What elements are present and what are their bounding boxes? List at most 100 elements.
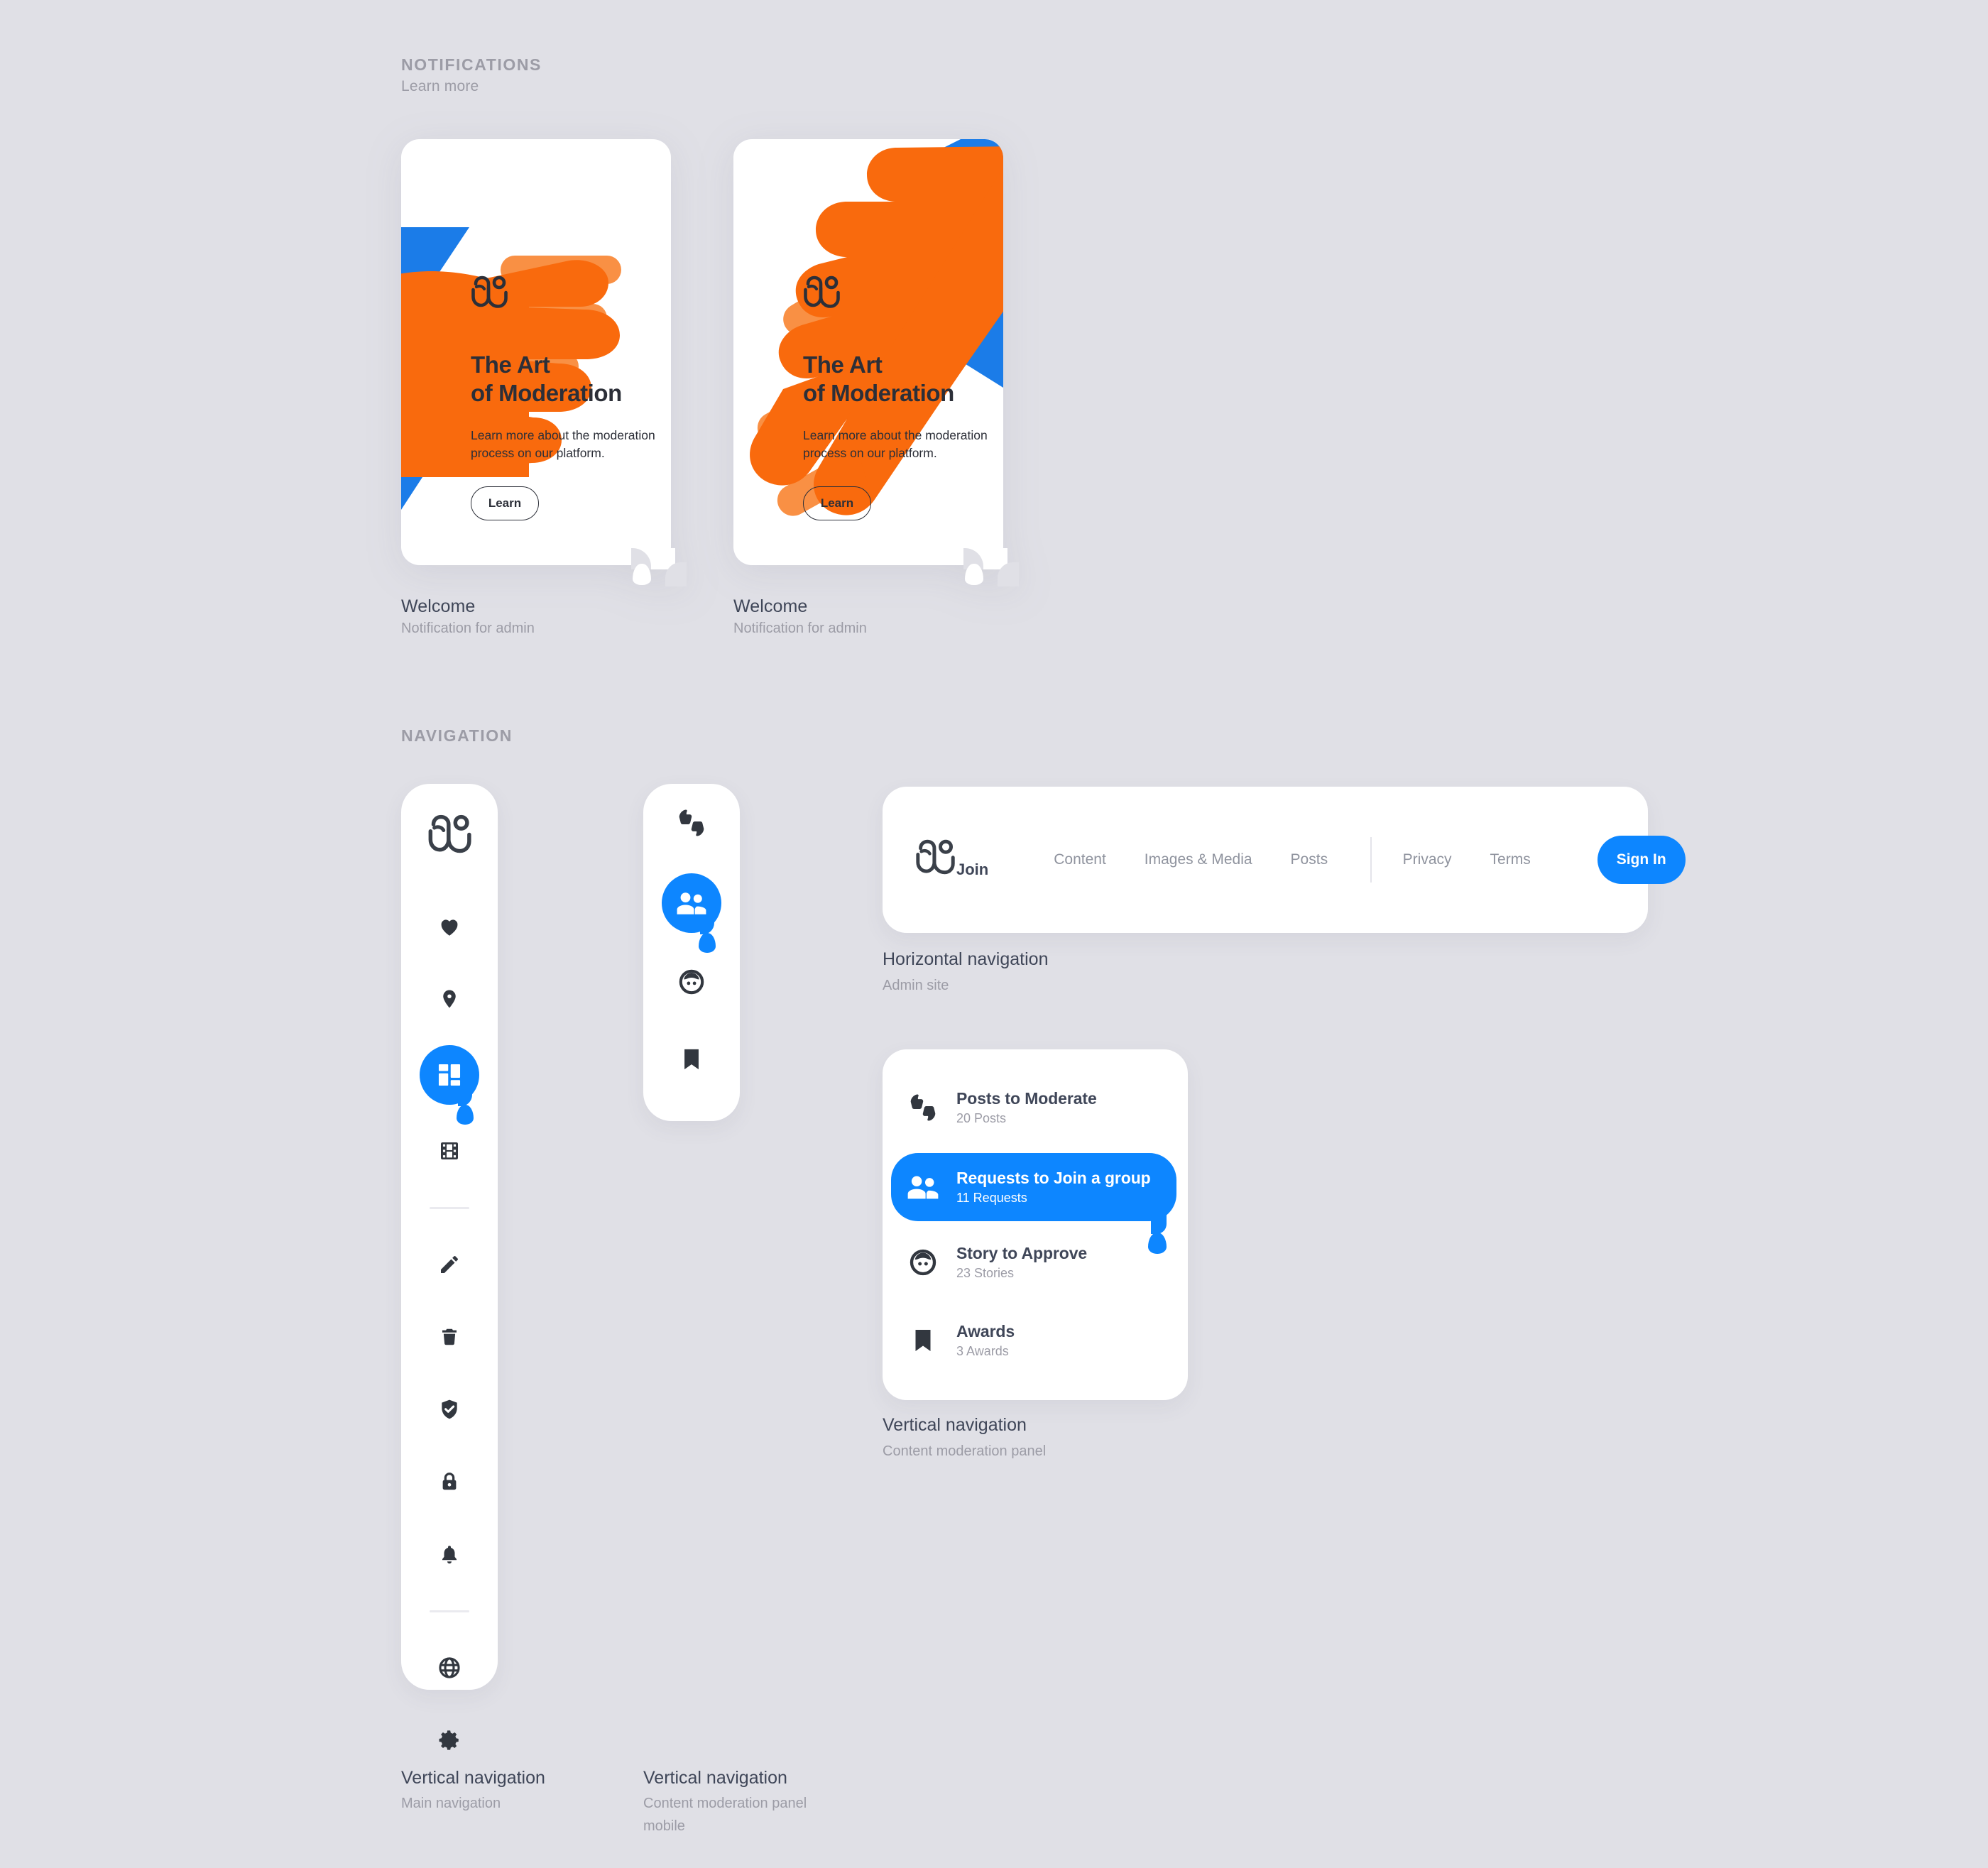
globe-icon (437, 1656, 462, 1680)
people-icon (901, 1174, 945, 1201)
mod-row-stories[interactable]: Story to Approve 23 Stories (901, 1237, 1171, 1288)
bookmark-icon (901, 1328, 945, 1353)
sign-in-button[interactable]: Sign In (1597, 836, 1686, 884)
mod-row-requests[interactable]: Requests to Join a group 11 Requests (891, 1153, 1176, 1254)
learn-button[interactable]: Learn (803, 486, 871, 520)
sidebar-item-notifications[interactable] (401, 1518, 498, 1590)
card-drip-decoration (630, 548, 687, 598)
mod-row-text: Requests to Join a group 11 Requests (956, 1169, 1151, 1206)
gear-icon (437, 1728, 462, 1752)
mobile-item-posts[interactable] (643, 784, 740, 862)
nav-link-images-media[interactable]: Images & Media (1145, 851, 1252, 868)
mod-row-posts[interactable]: Posts to Moderate 20 Posts (901, 1082, 1171, 1133)
people-icon (676, 890, 707, 917)
sidebar-item-favorites[interactable] (401, 890, 498, 963)
sidebar-item-edit[interactable] (401, 1228, 498, 1301)
sidebar-divider (401, 1590, 498, 1632)
film-strip-icon (438, 1140, 461, 1162)
mod-row-sub: 20 Posts (956, 1111, 1007, 1125)
section-sublabel-notifications: Learn more (401, 78, 479, 94)
nav-caption-sub: Main navigation (401, 1796, 501, 1811)
nav-caption-title: Vertical navigation (401, 1768, 545, 1788)
lock-icon (439, 1470, 460, 1494)
mobile-item-stories[interactable] (643, 944, 740, 1020)
sidebar-item-privacy[interactable] (401, 1446, 498, 1518)
face-circle-icon (678, 968, 705, 995)
sidebar-divider (401, 1187, 498, 1228)
mod-row-title: Awards (956, 1322, 1015, 1340)
mod-row-sub: 23 Stories (956, 1266, 1015, 1280)
card-caption-sub: Notification for admin (401, 621, 535, 636)
card-content: The Art of Moderation Learn more about t… (471, 275, 661, 520)
active-indicator-blob (662, 873, 721, 953)
mobile-item-awards[interactable] (643, 1020, 740, 1099)
card-caption-title: Welcome (733, 596, 808, 616)
people-logo-icon (471, 275, 508, 308)
card-caption-sub: Notification for admin (733, 621, 867, 636)
mobile-item-requests[interactable] (643, 862, 740, 953)
design-system-page: NOTIFICATIONS Learn more The Art of Mode… (0, 0, 1988, 1868)
hnav-links: Content Images & Media Posts Privacy Ter… (1054, 836, 1686, 884)
active-indicator-blob (420, 1045, 479, 1125)
sidebar-item-settings[interactable] (401, 1704, 498, 1776)
card-caption-title: Welcome (401, 596, 476, 616)
brand-word: Join (956, 861, 989, 878)
vertical-nav-main (401, 784, 498, 1750)
vertical-nav-mobile (643, 784, 740, 1121)
sidebar-item-location[interactable] (401, 963, 498, 1035)
sidebar-item-security[interactable] (401, 1373, 498, 1446)
people-logo-icon (804, 275, 840, 308)
card-content: The Art of Moderation Learn more about t… (803, 275, 993, 520)
card-description: Learn more about the moderation process … (471, 428, 655, 461)
shield-check-icon (438, 1397, 461, 1421)
horizontal-nav: Join Content Images & Media Posts Privac… (883, 787, 1686, 933)
sidebar-item-dashboard[interactable] (401, 1035, 498, 1125)
card-drip-decoration (962, 548, 1019, 598)
nav-link-posts[interactable]: Posts (1291, 851, 1328, 868)
people-logo-icon (916, 839, 955, 875)
learn-button[interactable]: Learn (471, 486, 539, 520)
nav-divider (1370, 837, 1372, 883)
mod-row-title: Story to Approve (956, 1244, 1088, 1262)
dashboard-grid-icon (436, 1061, 463, 1088)
nav-caption-sub: Content moderation panel mobile (643, 1796, 807, 1834)
hnav-brand[interactable]: Join (915, 839, 988, 880)
sidebar-item-language[interactable] (401, 1632, 498, 1704)
nav-caption-title: Horizontal navigation (883, 949, 1049, 969)
card-description: Learn more about the moderation process … (803, 428, 988, 461)
mod-row-text: Awards 3 Awards (956, 1322, 1015, 1359)
nav-caption-sub: Admin site (883, 978, 949, 993)
notification-card[interactable]: The Art of Moderation Learn more about t… (733, 139, 1019, 586)
mod-row-awards[interactable]: Awards 3 Awards (901, 1315, 1171, 1366)
sidebar-brand[interactable] (401, 784, 498, 890)
bell-icon (439, 1542, 460, 1566)
mod-row-sub: 11 Requests (956, 1191, 1027, 1205)
card-title: The Art of Moderation (803, 351, 954, 406)
mod-row-text: Posts to Moderate 20 Posts (956, 1089, 1097, 1126)
mod-row-text: Story to Approve 23 Stories (956, 1244, 1087, 1281)
mod-row-title: Posts to Moderate (956, 1089, 1097, 1108)
moderation-panel: Posts to Moderate 20 Posts Requests to J… (883, 1049, 1188, 1400)
section-label-notifications: NOTIFICATIONS (401, 55, 542, 74)
pencil-icon (438, 1253, 461, 1276)
notification-card-surface: The Art of Moderation Learn more about t… (733, 139, 1003, 565)
nav-caption-title: Vertical navigation (883, 1415, 1027, 1435)
nav-caption-title: Vertical navigation (643, 1768, 787, 1788)
location-pin-icon (439, 987, 460, 1011)
face-circle-icon (901, 1248, 945, 1277)
section-label-navigation: NAVIGATION (401, 726, 513, 745)
sidebar-item-media[interactable] (401, 1115, 498, 1187)
mod-row-sub: 3 Awards (956, 1344, 1009, 1358)
notification-card-surface: The Art of Moderation Learn more about t… (401, 139, 671, 565)
sidebar-item-delete[interactable] (401, 1301, 498, 1373)
nav-link-content[interactable]: Content (1054, 851, 1106, 868)
notification-card[interactable]: The Art of Moderation Learn more about t… (401, 139, 687, 586)
nav-caption-sub: Content moderation panel (883, 1443, 1047, 1459)
card-title: The Art of Moderation (471, 351, 622, 406)
people-logo-icon (428, 814, 471, 853)
thumbs-up-down-icon (676, 808, 707, 838)
nav-link-terms[interactable]: Terms (1490, 851, 1531, 868)
nav-link-privacy[interactable]: Privacy (1403, 851, 1452, 868)
thumbs-up-down-icon (901, 1093, 945, 1123)
heart-icon (437, 914, 462, 939)
